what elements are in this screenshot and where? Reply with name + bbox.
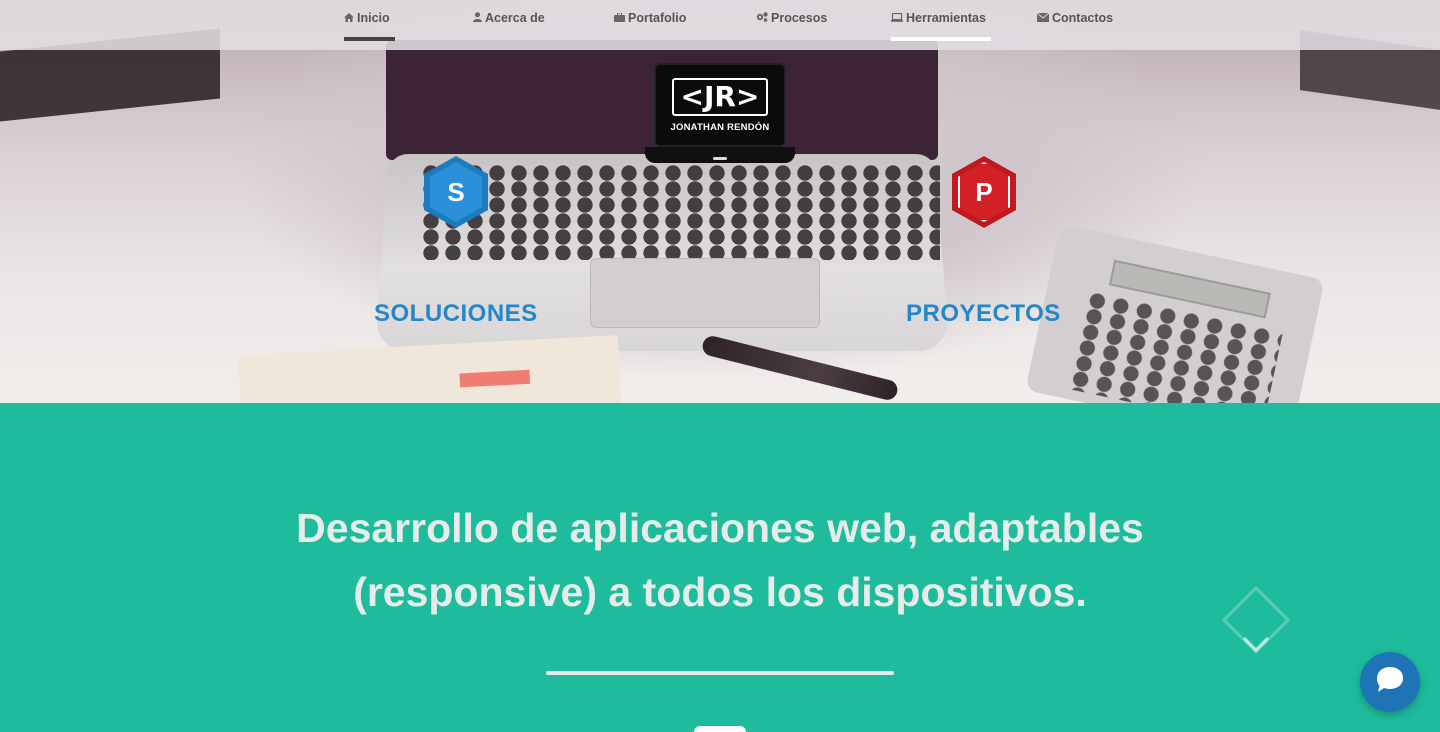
chevron-diamond-icon[interactable] — [1221, 585, 1291, 655]
trackpad-image — [590, 258, 820, 328]
bottom-tab — [694, 726, 746, 732]
hero-banner: <JR> JONATHAN RENDÓN S P SOLUCIONES PROY… — [0, 0, 1440, 403]
top-nav: Inicio Acerca de Portafolio Procesos Her… — [0, 0, 1440, 50]
nav-item-acerca-de[interactable]: Acerca de — [473, 0, 545, 50]
nav-item-procesos[interactable]: Procesos — [756, 0, 827, 50]
soluciones-badge-letter: S — [430, 162, 482, 222]
chat-button[interactable] — [1360, 652, 1420, 712]
calculator-image — [1025, 223, 1325, 403]
tagline-text-1: Desarrollo de aplicaciones web, — [296, 505, 930, 551]
tagline-text-2: a todos los dispositivos. — [597, 569, 1087, 615]
envelope-icon — [1036, 12, 1050, 25]
logo-laptop-base — [645, 147, 795, 163]
notebook-image — [238, 335, 622, 403]
logo-mark: <JR> — [672, 77, 768, 116]
tagline-bold-1: adaptables — [929, 505, 1144, 551]
nav-item-label: Procesos — [771, 11, 828, 25]
nav-item-label: Portafolio — [628, 11, 687, 25]
user-icon — [473, 12, 482, 25]
site-logo[interactable]: <JR> JONATHAN RENDÓN — [654, 63, 786, 147]
chat-icon — [1373, 665, 1407, 700]
laptop-icon — [891, 12, 903, 25]
briefcase-icon — [614, 12, 625, 25]
section-divider — [546, 671, 894, 675]
logo-name: JONATHAN RENDÓN — [670, 121, 770, 133]
proyectos-link[interactable]: PROYECTOS — [906, 300, 1061, 328]
soluciones-link[interactable]: SOLUCIONES — [374, 300, 538, 328]
nav-item-label: Contactos — [1052, 11, 1114, 25]
nav-hover-indicator — [891, 37, 991, 41]
proyectos-badge[interactable]: P — [952, 156, 1016, 228]
nav-item-herramientas[interactable]: Herramientas — [891, 0, 991, 50]
nav-item-label: Acerca de — [485, 11, 545, 25]
tagline-bold-2: (responsive) — [353, 569, 597, 615]
nav-active-indicator — [344, 37, 395, 41]
nav-item-label: Herramientas — [906, 11, 986, 25]
nav-item-label: Inicio — [357, 11, 390, 25]
home-icon — [344, 13, 354, 25]
nav-item-contactos[interactable]: Contactos — [1036, 0, 1114, 50]
gears-icon — [756, 12, 768, 25]
nav-item-portafolio[interactable]: Portafolio — [614, 0, 686, 50]
proyectos-badge-letter: P — [958, 162, 1010, 222]
keyboard-image — [420, 165, 940, 260]
nav-item-inicio[interactable]: Inicio — [344, 0, 395, 50]
